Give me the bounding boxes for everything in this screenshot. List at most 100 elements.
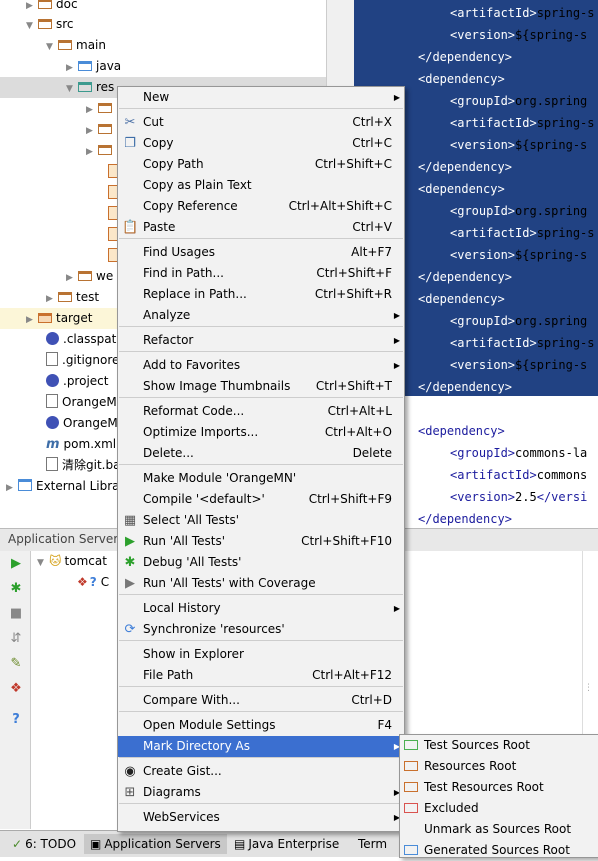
menu-item-file-path[interactable]: File Path Ctrl+Alt+F12 bbox=[118, 665, 404, 686]
menu-item-copy[interactable]: ❐ Copy Ctrl+C bbox=[118, 133, 404, 154]
menu-item-analyze[interactable]: Analyze ▶ bbox=[118, 305, 404, 326]
expand-arrow-icon[interactable]: ▶ bbox=[86, 142, 98, 163]
menu-item-local-history[interactable]: Local History ▶ bbox=[118, 598, 404, 619]
coverage-icon: ▶ bbox=[125, 576, 135, 591]
submenu-item-resources-root[interactable]: Resources Root bbox=[400, 756, 598, 777]
xml-tag: <artifactId> bbox=[450, 226, 537, 240]
menu-item-delete[interactable]: Delete... Delete bbox=[118, 443, 404, 464]
code-line: <dependency> bbox=[418, 178, 505, 200]
folder-icon bbox=[78, 82, 92, 92]
tree-subitem[interactable]: ▶ bbox=[86, 119, 116, 140]
tree-item-bat[interactable]: 清除git.ba bbox=[46, 455, 120, 476]
tree-item-resources[interactable]: ▼ res bbox=[66, 77, 114, 98]
tab-app-servers[interactable]: ▣ Application Servers bbox=[84, 834, 227, 854]
menu-item-paste[interactable]: 📋 Paste Ctrl+V bbox=[118, 217, 404, 238]
menu-item-copy-as-plain-text[interactable]: Copy as Plain Text bbox=[118, 175, 404, 196]
tree-item-main[interactable]: ▼ main bbox=[46, 35, 106, 56]
menu-item-run-all-tests[interactable]: ▶ Run 'All Tests' Ctrl+Shift+F10 bbox=[118, 531, 404, 552]
menu-item-run-all-tests-with-coverage[interactable]: ▶ Run 'All Tests' with Coverage bbox=[118, 573, 404, 594]
xml-tag: <version> bbox=[450, 28, 516, 42]
menu-separator bbox=[119, 108, 403, 109]
artifact-icon[interactable]: ❖ bbox=[9, 682, 23, 696]
menu-item-label: Compile '<default>' bbox=[143, 492, 265, 506]
expand-arrow-icon[interactable]: ▶ bbox=[6, 478, 18, 499]
submenu-item-unmark-as-sources-root[interactable]: Unmark as Sources Root bbox=[400, 819, 598, 840]
menu-item-mark-directory-as[interactable]: Mark Directory As ▶ bbox=[118, 736, 404, 757]
tree-item-src[interactable]: ▼ src bbox=[26, 14, 74, 35]
expand-arrow-icon[interactable]: ▶ bbox=[66, 268, 78, 289]
tree-item-project[interactable]: .project bbox=[46, 371, 108, 392]
menu-item-refactor[interactable]: Refactor ▶ bbox=[118, 330, 404, 351]
server-artifact[interactable]: ❖? C bbox=[77, 572, 109, 593]
collapse-arrow-icon[interactable]: ▼ bbox=[26, 16, 38, 37]
tree-item-webapp[interactable]: ▶ we bbox=[66, 266, 113, 287]
menu-item-replace-in-path[interactable]: Replace in Path... Ctrl+Shift+R bbox=[118, 284, 404, 305]
debug-icon[interactable]: ✱ bbox=[9, 582, 23, 596]
submenu-item-excluded[interactable]: Excluded bbox=[400, 798, 598, 819]
menu-item-create-gist[interactable]: ◉ Create Gist... bbox=[118, 761, 404, 782]
code-line: <artifactId>spring-s bbox=[450, 332, 595, 354]
eclipse-file-icon bbox=[46, 374, 59, 387]
tree-subitem[interactable]: ▶ bbox=[86, 140, 116, 161]
menu-item-add-to-favorites[interactable]: Add to Favorites ▶ bbox=[118, 355, 404, 376]
menu-item-compare-with[interactable]: Compare With... Ctrl+D bbox=[118, 690, 404, 711]
expand-arrow-icon[interactable]: ▶ bbox=[66, 58, 78, 79]
menu-item-debug-all-tests[interactable]: ✱ Debug 'All Tests' bbox=[118, 552, 404, 573]
menu-item-diagrams[interactable]: ⊞ Diagrams ▶ bbox=[118, 782, 404, 803]
expand-arrow-icon[interactable]: ▶ bbox=[86, 100, 98, 121]
tree-item-pom[interactable]: m pom.xml bbox=[46, 434, 116, 455]
tree-item-java[interactable]: ▶ java bbox=[66, 56, 121, 77]
collapse-arrow-icon[interactable]: ▼ bbox=[46, 37, 58, 58]
menu-item-label: Make Module 'OrangeMN' bbox=[143, 471, 297, 485]
expand-arrow-icon[interactable]: ▶ bbox=[46, 289, 58, 310]
xml-text: spring-s bbox=[536, 336, 595, 350]
tree-item-external-libraries[interactable]: ▶ External Libra bbox=[6, 476, 120, 497]
menu-item-cut[interactable]: ✂ Cut Ctrl+X bbox=[118, 112, 404, 133]
menu-item-compile-default[interactable]: Compile '<default>' Ctrl+Shift+F9 bbox=[118, 489, 404, 510]
menu-item-synchronize-resources[interactable]: ⟳ Synchronize 'resources' bbox=[118, 619, 404, 640]
menu-item-open-module-settings[interactable]: Open Module Settings F4 bbox=[118, 715, 404, 736]
github-icon: ◉ bbox=[124, 764, 136, 779]
tree-item-orange-2[interactable]: OrangeM bbox=[46, 413, 118, 434]
menu-item-reformat-code[interactable]: Reformat Code... Ctrl+Alt+L bbox=[118, 401, 404, 422]
submenu-item-test-sources-root[interactable]: Test Sources Root bbox=[400, 735, 598, 756]
menu-item-find-usages[interactable]: Find Usages Alt+F7 bbox=[118, 242, 404, 263]
submenu-item-generated-sources-root[interactable]: Generated Sources Root bbox=[400, 840, 598, 861]
tree-item-doc[interactable]: ▶ doc bbox=[26, 0, 78, 15]
expand-arrow-icon[interactable]: ▶ bbox=[26, 310, 38, 331]
menu-item-copy-reference[interactable]: Copy Reference Ctrl+Alt+Shift+C bbox=[118, 196, 404, 217]
stop-icon[interactable]: ■ bbox=[9, 607, 23, 621]
server-tomcat[interactable]: ▼ 🐱 tomcat bbox=[37, 551, 107, 572]
tree-subitem[interactable]: ▶ bbox=[86, 98, 116, 119]
unknown-status-icon: ? bbox=[89, 575, 97, 589]
deploy-icon[interactable]: ⇵ bbox=[9, 632, 23, 646]
menu-item-label: Copy as Plain Text bbox=[143, 178, 252, 192]
submenu-item-test-resources-root[interactable]: Test Resources Root bbox=[400, 777, 598, 798]
run-icon[interactable]: ▶ bbox=[9, 557, 23, 571]
tree-item-classpath[interactable]: .classpath bbox=[46, 329, 124, 350]
menu-item-show-image-thumbnails[interactable]: Show Image Thumbnails Ctrl+Shift+T bbox=[118, 376, 404, 397]
resize-grip-icon[interactable]: ⋮ bbox=[584, 683, 593, 693]
collapse-arrow-icon[interactable]: ▼ bbox=[37, 553, 49, 574]
menu-item-make-module-orangemn[interactable]: Make Module 'OrangeMN' bbox=[118, 468, 404, 489]
menu-item-select-all-tests[interactable]: ▦ Select 'All Tests' bbox=[118, 510, 404, 531]
edit-config-icon[interactable]: ✎ bbox=[9, 657, 23, 671]
collapse-arrow-icon[interactable]: ▼ bbox=[66, 79, 78, 100]
menu-item-label: Cut bbox=[143, 115, 164, 129]
expand-arrow-icon[interactable]: ▶ bbox=[86, 121, 98, 142]
menu-item-show-in-explorer[interactable]: Show in Explorer bbox=[118, 644, 404, 665]
tree-item-gitignore[interactable]: .gitignore bbox=[46, 350, 119, 371]
tree-item-orange-1[interactable]: OrangeM bbox=[46, 392, 117, 413]
menu-item-find-in-path[interactable]: Find in Path... Ctrl+Shift+F bbox=[118, 263, 404, 284]
menu-item-new[interactable]: New ▶ bbox=[118, 87, 404, 108]
menu-item-copy-path[interactable]: Copy Path Ctrl+Shift+C bbox=[118, 154, 404, 175]
menu-item-shortcut: Ctrl+Alt+F12 bbox=[312, 668, 392, 682]
help-icon[interactable]: ? bbox=[9, 713, 23, 727]
tab-todo[interactable]: ✓ 6: TODO bbox=[6, 834, 82, 854]
tab-terminal[interactable]: Term bbox=[352, 834, 393, 854]
tree-item-test[interactable]: ▶ test bbox=[46, 287, 99, 308]
tab-java-enterprise[interactable]: ▤ Java Enterprise bbox=[228, 834, 345, 854]
menu-item-optimize-imports[interactable]: Optimize Imports... Ctrl+Alt+O bbox=[118, 422, 404, 443]
tree-item-target[interactable]: ▶ target bbox=[26, 308, 93, 329]
menu-item-webservices[interactable]: WebServices ▶ bbox=[118, 807, 404, 828]
